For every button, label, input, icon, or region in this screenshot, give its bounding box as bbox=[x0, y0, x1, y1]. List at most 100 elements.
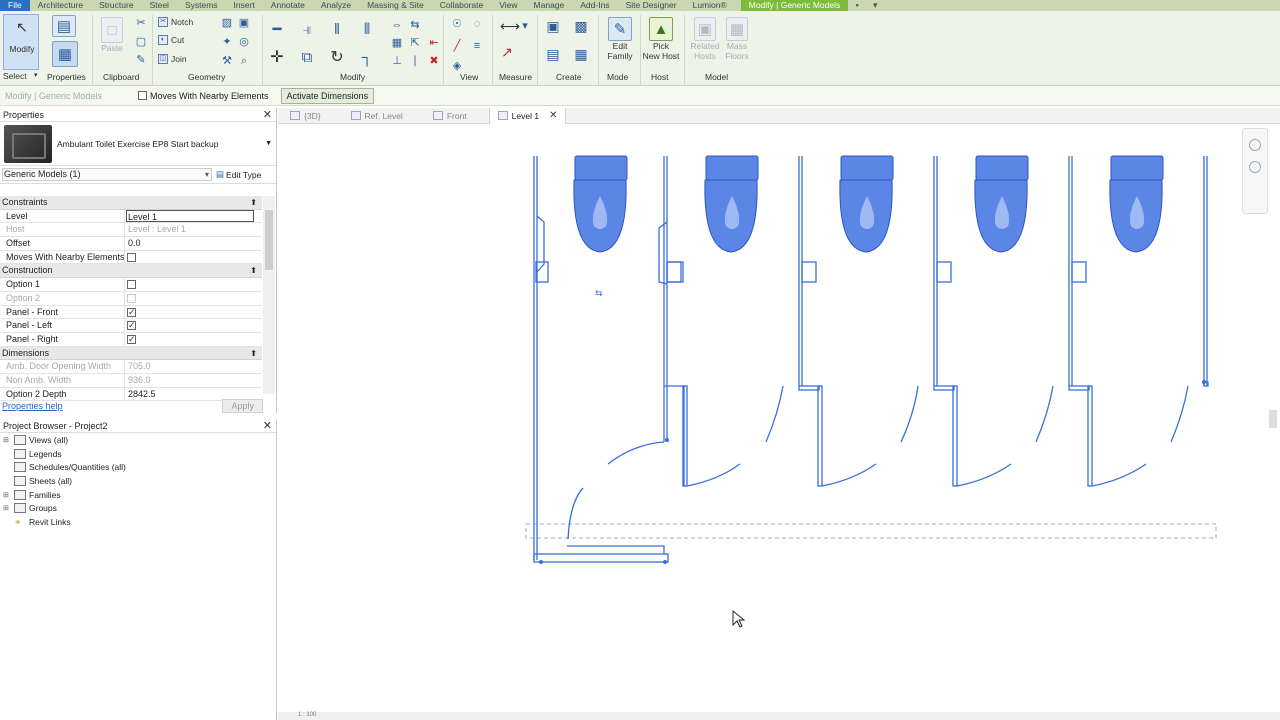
cut-icon[interactable]: ▢ bbox=[134, 35, 148, 49]
reveal-icon[interactable]: ◈ bbox=[450, 59, 464, 73]
ribbon-tab-site-designer[interactable]: Site Designer bbox=[618, 0, 685, 11]
property-row[interactable]: Panel - Right bbox=[0, 332, 262, 347]
browser-item-links[interactable]: ⚭ Revit Links bbox=[0, 515, 276, 529]
ribbon-tab-steel[interactable]: Steel bbox=[142, 0, 177, 11]
collapse-icon[interactable]: ⬆ bbox=[250, 347, 257, 361]
property-value[interactable]: 936.0 bbox=[125, 374, 262, 387]
close-icon[interactable]: ✕ bbox=[549, 110, 557, 121]
zoom-icon[interactable] bbox=[1249, 161, 1261, 173]
view-tab-front[interactable]: Front bbox=[425, 108, 475, 124]
property-value[interactable] bbox=[125, 306, 262, 318]
pick-icon[interactable]: ⌕ bbox=[237, 54, 251, 68]
collapse-icon[interactable]: ⬆ bbox=[250, 196, 257, 210]
properties-button[interactable]: ▦ bbox=[52, 41, 78, 67]
moves-with-nearby-checkbox[interactable]: Moves With Nearby Elements bbox=[138, 91, 269, 101]
ribbon-tab-annotate[interactable]: Annotate bbox=[263, 0, 313, 11]
browser-item-groups[interactable]: ⊞ Groups bbox=[0, 501, 276, 515]
view-tab-ref-level[interactable]: Ref. Level bbox=[343, 108, 411, 124]
offset-icon[interactable]: ⫣ bbox=[300, 22, 314, 37]
linework-icon[interactable]: ╱ bbox=[450, 39, 464, 53]
dimension-icon[interactable]: ↗ bbox=[500, 45, 514, 59]
trim-icon[interactable]: ┐ bbox=[360, 50, 374, 65]
ribbon-tab-collaborate[interactable]: Collaborate bbox=[432, 0, 491, 11]
mass-floors-button[interactable]: ▦ Mass Floors bbox=[722, 17, 752, 61]
demolish-icon[interactable]: ⚒ bbox=[220, 54, 234, 68]
override-icon[interactable]: ◌ bbox=[470, 17, 484, 31]
browser-item-schedules[interactable]: Schedules/Quantities (all) bbox=[0, 460, 276, 474]
canvas-scrollbar[interactable] bbox=[1269, 410, 1277, 428]
delete-icon[interactable]: ✖ bbox=[427, 54, 441, 68]
property-value[interactable]: 705.0 bbox=[125, 360, 262, 373]
rotate-icon[interactable]: ↻ bbox=[330, 50, 344, 66]
split-gap-icon[interactable]: ⇆ bbox=[408, 18, 422, 32]
view-tab-3d[interactable]: {3D} bbox=[282, 108, 329, 124]
browser-item-families[interactable]: ⊞ Families bbox=[0, 488, 276, 502]
scale-icon[interactable]: ⇱ bbox=[408, 36, 422, 50]
ribbon-tab-structure[interactable]: Structure bbox=[91, 0, 142, 11]
trim-extend-icon[interactable]: ⇤ bbox=[427, 36, 441, 50]
ribbon-tab-modify-generic-models[interactable]: Modify | Generic Models bbox=[740, 0, 849, 11]
property-group-constraints[interactable]: Constraints ⬆ bbox=[0, 196, 262, 210]
paste-button[interactable]: □ Paste bbox=[101, 17, 123, 53]
floor-plan[interactable]: ⇆ bbox=[278, 124, 1280, 716]
remove-paint-icon[interactable]: ◎ bbox=[237, 35, 251, 49]
type-selector[interactable]: Ambulant Toilet Exercise EP8 Start backu… bbox=[0, 122, 276, 166]
browser-item-sheets[interactable]: Sheets (all) bbox=[0, 474, 276, 488]
wall-joins-icon[interactable]: ▨ bbox=[220, 16, 234, 30]
property-row[interactable]: Offset 0.0 bbox=[0, 237, 262, 251]
property-row[interactable]: Level Level 1 bbox=[0, 209, 262, 224]
properties-help-link[interactable]: Properties help bbox=[2, 401, 63, 411]
close-icon[interactable]: ✕ bbox=[263, 108, 272, 122]
measure-dropdown-icon[interactable]: ▾ bbox=[518, 19, 532, 33]
property-value[interactable] bbox=[125, 278, 262, 291]
tab-options-icon[interactable]: ▪ bbox=[848, 0, 866, 11]
cut-geometry-button[interactable]: ◐ Cut bbox=[158, 35, 184, 45]
match-icon[interactable]: ✎ bbox=[134, 53, 148, 67]
checkbox-icon[interactable] bbox=[127, 306, 136, 318]
modify-tool[interactable]: ↖ Modify bbox=[6, 19, 38, 54]
checkbox-icon[interactable] bbox=[127, 280, 136, 290]
split-icon[interactable]: ⇔ bbox=[390, 18, 404, 32]
ribbon-tab-analyze[interactable]: Analyze bbox=[313, 0, 359, 11]
split-face-icon[interactable]: ▣ bbox=[237, 16, 251, 30]
notch-button[interactable]: ✂ Notch bbox=[158, 17, 193, 27]
expand-icon[interactable]: ⊞ bbox=[3, 504, 11, 512]
property-group-dimensions[interactable]: Dimensions ⬆ bbox=[0, 346, 262, 361]
edit-type-button[interactable]: ▤ Edit Type bbox=[216, 169, 261, 180]
ribbon-tab-add-ins[interactable]: Add-Ins bbox=[572, 0, 617, 11]
browser-item-views[interactable]: ⊞ Views (all) bbox=[0, 433, 276, 447]
join-button[interactable]: ◫ Join bbox=[158, 54, 187, 64]
assembly-icon[interactable]: ▦ bbox=[574, 47, 588, 61]
create-parts-icon[interactable]: ▣ bbox=[546, 19, 560, 33]
property-value[interactable]: Level 1 bbox=[126, 209, 254, 223]
property-value[interactable] bbox=[125, 251, 262, 264]
expand-icon[interactable]: ⊞ bbox=[3, 436, 11, 444]
property-row[interactable]: Host Level : Level 1 bbox=[0, 223, 262, 238]
measure-icon[interactable]: ⟷ bbox=[500, 19, 520, 33]
ribbon-tab-file[interactable]: File bbox=[0, 0, 30, 11]
create-similar-icon[interactable]: ▤ bbox=[546, 47, 560, 61]
property-row[interactable]: Moves With Nearby Elements bbox=[0, 250, 262, 265]
edit-family-button[interactable]: ✎ Edit Family bbox=[604, 17, 636, 61]
related-hosts-button[interactable]: ▣ Related Hosts bbox=[688, 17, 722, 61]
ribbon-tab-lumion-[interactable]: Lumion® bbox=[685, 0, 735, 11]
ribbon-tab-insert[interactable]: Insert bbox=[226, 0, 263, 11]
move-icon[interactable]: ✛ bbox=[270, 50, 284, 66]
property-value[interactable] bbox=[125, 292, 262, 305]
properties-scrollbar[interactable] bbox=[263, 196, 275, 394]
align-icon[interactable]: ━ bbox=[270, 22, 284, 37]
scale-label[interactable]: 1 : 100 bbox=[298, 712, 316, 718]
scroll-thumb[interactable] bbox=[265, 210, 273, 270]
property-row[interactable]: Option 1 bbox=[0, 278, 262, 292]
array-icon[interactable]: ▦ bbox=[390, 36, 404, 50]
view-tab-level-1[interactable]: Level 1 ✕ bbox=[488, 107, 567, 124]
property-value[interactable] bbox=[125, 333, 262, 346]
checkbox-icon[interactable] bbox=[127, 293, 136, 303]
ribbon-tab-massing-site[interactable]: Massing & Site bbox=[359, 0, 432, 11]
instance-filter-dropdown[interactable]: Generic Models (1) bbox=[2, 168, 212, 181]
collapse-icon[interactable]: ⬆ bbox=[250, 264, 257, 278]
navigation-bar[interactable] bbox=[1242, 128, 1268, 214]
checkbox-icon[interactable] bbox=[127, 252, 136, 262]
ribbon-tab-view[interactable]: View bbox=[491, 0, 525, 11]
ribbon-tab-manage[interactable]: Manage bbox=[526, 0, 573, 11]
